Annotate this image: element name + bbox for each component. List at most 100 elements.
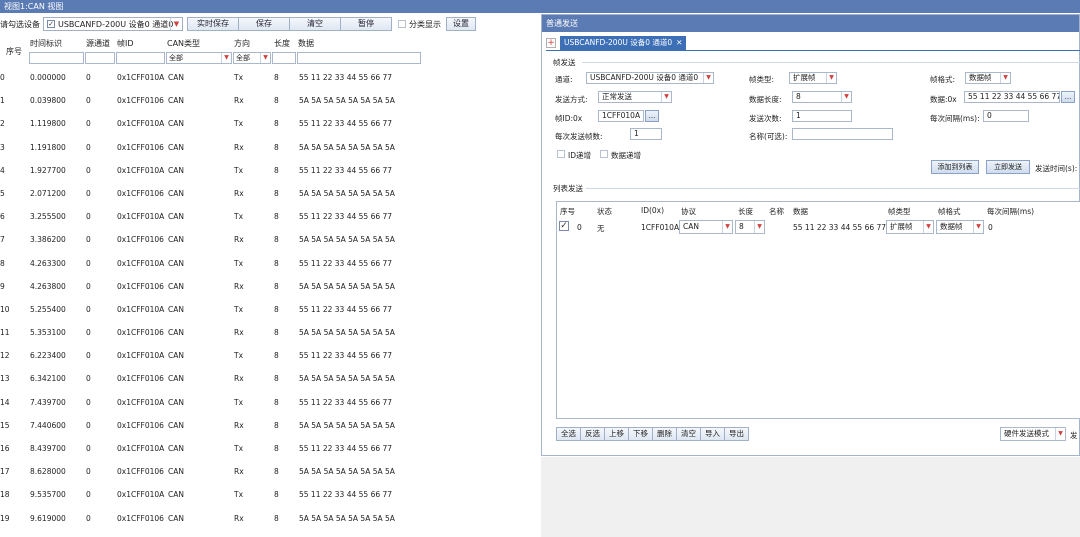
send-mode-select[interactable]: 正常发送 ▼ <box>598 91 672 103</box>
device-select[interactable]: ✓ USBCANFD-200U 设备0 通道0 ▼ <box>43 17 183 31</box>
list-row-checkbox[interactable]: ✓ <box>559 221 569 231</box>
device-checkbox[interactable]: ✓ <box>47 20 55 28</box>
row-source-channel: 0 <box>86 73 91 82</box>
delete-button[interactable]: 删除 <box>652 427 677 441</box>
normal-send-panel: 普通发送 + USBCANFD-200U 设备0 通道0 ✕ 帧发送 通道: US… <box>541 14 1080 456</box>
filter-time[interactable] <box>29 52 84 64</box>
add-tab-icon[interactable]: + <box>546 38 556 48</box>
table-row[interactable]: 0 0.000000 0 0x1CFF010A CAN Tx 8 55 11 22 33 44… <box>0 66 540 89</box>
table-row[interactable]: 12 6.223400 0 0x1CFF010A CAN Tx 8 55 11 22 33 4… <box>0 344 540 367</box>
row-length: 8 <box>274 188 279 198</box>
filter-direction[interactable]: 全部 ▼ <box>233 52 271 64</box>
row-time: 2.071200 <box>30 188 66 198</box>
table-row[interactable]: 5 2.071200 0 0x1CFF0106 CAN Rx 8 5A 5A 5A 5A 5A… <box>0 182 540 205</box>
table-row[interactable]: 2 1.119800 0 0x1CFF010A CAN Tx 8 55 11 22 33 44… <box>0 112 540 135</box>
table-row[interactable]: 4 1.927700 0 0x1CFF010A CAN Tx 8 55 11 22 33 44… <box>0 159 540 182</box>
filter-data[interactable] <box>297 52 421 64</box>
table-row[interactable]: 18 9.535700 0 0x1CFF010A CAN Tx 8 55 11 22 33 4… <box>0 483 540 506</box>
table-row[interactable]: 8 4.263300 0 0x1CFF010A CAN Tx 8 55 11 22 33 44… <box>0 252 540 275</box>
row-direction: Tx <box>234 304 244 314</box>
table-row[interactable]: 1 0.039800 0 0x1CFF0106 CAN Rx 8 5A 5A 5A 5A 5A… <box>0 89 540 112</box>
table-row[interactable]: 16 8.439700 0 0x1CFF010A CAN Tx 8 55 11 22 33 4… <box>0 437 540 460</box>
filter-can-type[interactable]: 全部 ▼ <box>166 52 232 64</box>
row-frame-id: 0x1CFF010A <box>117 304 165 314</box>
filter-length[interactable] <box>272 52 296 64</box>
frame-type-select[interactable]: 扩展帧 ▼ <box>789 72 837 84</box>
settings-button[interactable]: 设置 <box>446 17 476 31</box>
classify-checkbox[interactable] <box>398 20 406 28</box>
list-row-frame-format-select[interactable]: 数据帧 ▼ <box>936 220 984 234</box>
list-row-interval: 0 <box>988 223 993 232</box>
export-button[interactable]: 导出 <box>724 427 749 441</box>
tab-device-channel[interactable]: USBCANFD-200U 设备0 通道0 ✕ <box>560 36 687 50</box>
invert-selection-button[interactable]: 反选 <box>580 427 605 441</box>
frames-per-send-input[interactable]: 1 <box>630 128 662 140</box>
row-direction: Tx <box>234 212 244 222</box>
row-length: 8 <box>274 513 279 523</box>
data-length-select[interactable]: 8 ▼ <box>792 91 852 103</box>
table-row[interactable]: 7 3.386200 0 0x1CFF0106 CAN Rx 8 5A 5A 5A 5A 5A… <box>0 228 540 251</box>
data-input[interactable]: 55 11 22 33 44 55 66 77 <box>964 91 1060 103</box>
table-row[interactable]: 13 6.342100 0 0x1CFF0106 CAN Rx 8 5A 5A 5A 5A 5… <box>0 367 540 390</box>
row-time: 5.255400 <box>30 304 66 314</box>
add-to-list-button[interactable]: 添加到列表 <box>931 160 979 174</box>
empty-area <box>541 457 1080 537</box>
frame-format-select[interactable]: 数据帧 ▼ <box>965 72 1011 84</box>
channel-select[interactable]: USBCANFD-200U 设备0 通道0 ▼ <box>586 72 714 84</box>
data-label: 数据:0x <box>930 95 957 104</box>
frame-id-input[interactable]: 1CFF010A <box>598 110 644 122</box>
import-button[interactable]: 导入 <box>700 427 725 441</box>
list-send-section-label: 列表发送 <box>553 184 583 193</box>
send-now-button[interactable]: 立即发送 <box>986 160 1030 174</box>
move-down-button[interactable]: 下移 <box>628 427 653 441</box>
clear-button[interactable]: 清空 <box>289 17 341 31</box>
table-row[interactable]: 14 7.439700 0 0x1CFF010A CAN Tx 8 55 11 22 33 4… <box>0 391 540 414</box>
interval-input[interactable]: 0 <box>983 110 1029 122</box>
id-increment-checkbox[interactable] <box>557 150 565 158</box>
table-row[interactable]: 11 5.353100 0 0x1CFF0106 CAN Rx 8 5A 5A 5A 5A 5… <box>0 321 540 344</box>
table-row[interactable]: 17 8.628000 0 0x1CFF0106 CAN Rx 8 5A 5A 5A 5A 5… <box>0 460 540 483</box>
select-all-button[interactable]: 全选 <box>556 427 581 441</box>
list-row-length-select[interactable]: 8 ▼ <box>735 220 765 234</box>
list-row-frame-type-select[interactable]: 扩展帧 ▼ <box>886 220 934 234</box>
row-data: 55 11 22 33 44 55 66 77 <box>299 490 393 500</box>
data-increment-checkbox[interactable] <box>600 150 608 158</box>
row-index: 4 <box>0 165 5 175</box>
row-index: 5 <box>0 188 5 198</box>
list-row-protocol-select[interactable]: CAN ▼ <box>679 220 733 234</box>
row-source-channel: 0 <box>86 235 91 245</box>
frame-id-browse-button[interactable]: ... <box>645 110 659 122</box>
row-direction: Rx <box>234 235 244 245</box>
table-row[interactable]: 19 9.619000 0 0x1CFF0106 CAN Rx 8 5A 5A 5A 5A 5… <box>0 507 540 530</box>
chevron-down-icon: ▼ <box>260 53 270 63</box>
table-row[interactable]: 9 4.263800 0 0x1CFF0106 CAN Rx 8 5A 5A 5A 5A 5A… <box>0 275 540 298</box>
row-time: 0.000000 <box>30 73 66 82</box>
list-clear-button[interactable]: 清空 <box>676 427 701 441</box>
filter-frame-id[interactable] <box>116 52 165 64</box>
table-row[interactable]: 6 3.255500 0 0x1CFF010A CAN Tx 8 55 11 22 33 44… <box>0 205 540 228</box>
send-count-input[interactable]: 1 <box>792 110 852 122</box>
list-row-protocol: CAN <box>683 222 699 231</box>
row-time: 1.191800 <box>30 142 66 152</box>
save-button[interactable]: 保存 <box>238 17 290 31</box>
hardware-send-mode-select[interactable]: 硬件发送模式 ▼ <box>1000 427 1066 441</box>
move-up-button[interactable]: 上移 <box>604 427 629 441</box>
name-input[interactable] <box>792 128 893 140</box>
table-row[interactable]: 3 1.191800 0 0x1CFF0106 CAN Rx 8 5A 5A 5A 5A 5A… <box>0 136 540 159</box>
close-icon[interactable]: ✕ <box>676 38 682 47</box>
row-frame-id: 0x1CFF010A <box>117 444 165 453</box>
data-browse-button[interactable]: ... <box>1061 91 1075 103</box>
row-length: 8 <box>274 490 279 500</box>
row-time: 1.927700 <box>30 165 66 175</box>
row-frame-id: 0x1CFF0106 <box>117 513 164 523</box>
list-row-frame-type: 扩展帧 <box>890 222 913 231</box>
list-send-button-cut[interactable]: 发 <box>1070 430 1078 441</box>
pause-button[interactable]: 暂停 <box>340 17 392 31</box>
row-source-channel: 0 <box>86 188 91 198</box>
table-row[interactable]: 15 7.440600 0 0x1CFF0106 CAN Rx 8 5A 5A 5A 5A 5… <box>0 414 540 437</box>
row-direction: Tx <box>234 119 244 129</box>
list-send-row[interactable]: ✓ 0 无 1CFF010A CAN ▼ 8 ▼ 55 11 22 33 44 … <box>557 218 1080 236</box>
table-row[interactable]: 10 5.255400 0 0x1CFF010A CAN Tx 8 55 11 22 33 4… <box>0 298 540 321</box>
filter-source-channel[interactable] <box>85 52 115 64</box>
realtime-save-button[interactable]: 实时保存 <box>187 17 239 31</box>
